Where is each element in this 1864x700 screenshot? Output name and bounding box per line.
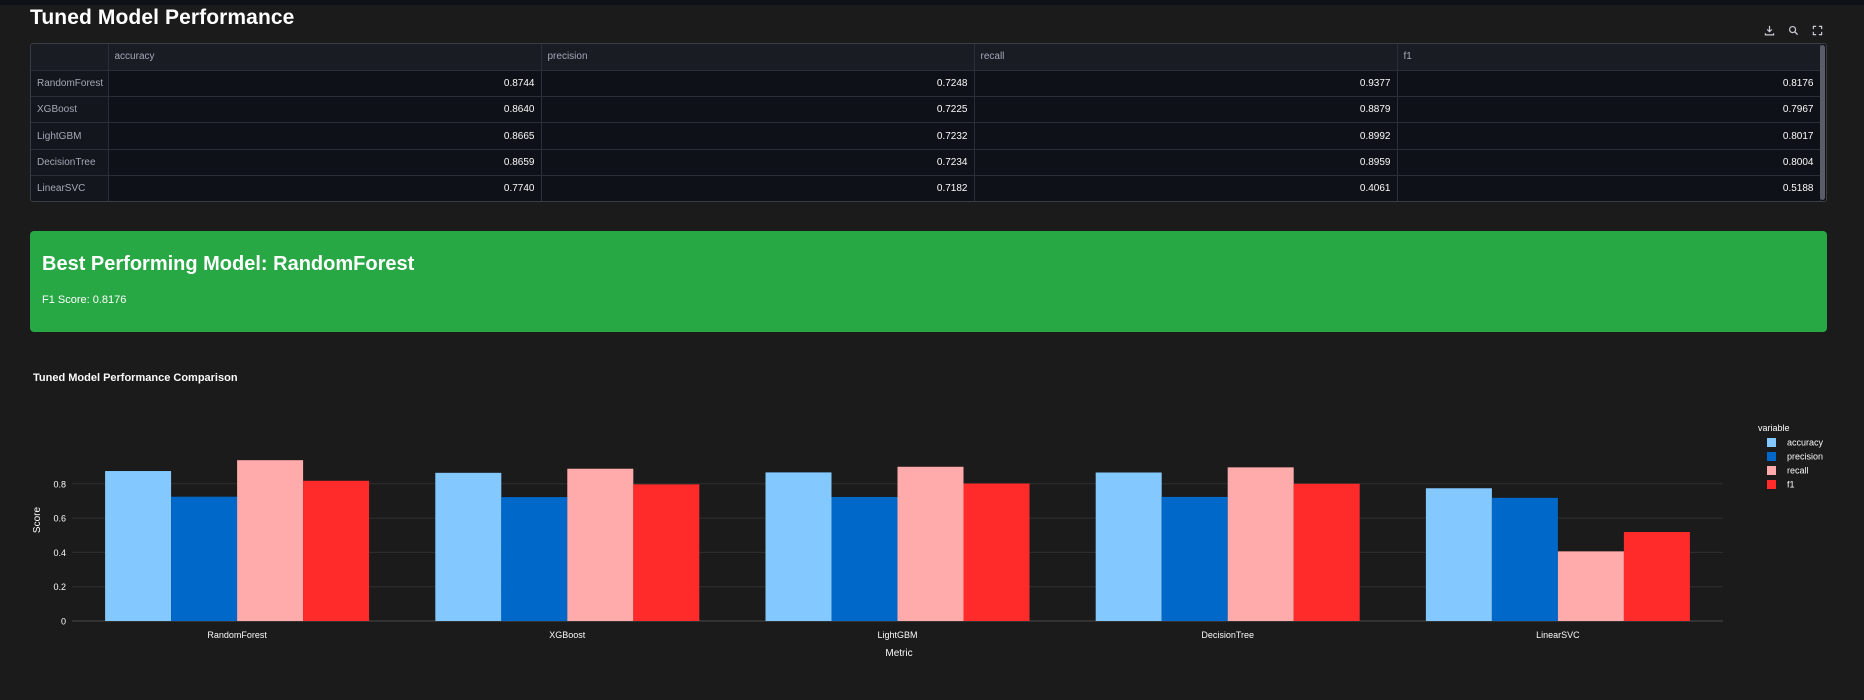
chart-title: Tuned Model Performance Comparison — [33, 372, 238, 384]
cell-recall[interactable]: 0.8992 — [974, 122, 1398, 150]
legend-swatch-precision[interactable] — [1767, 452, 1776, 461]
bar-f1[interactable] — [963, 483, 1030, 621]
row-label[interactable]: RandomForest — [31, 70, 109, 98]
row-label[interactable]: LinearSVC — [31, 175, 109, 201]
download-button[interactable] — [1762, 23, 1776, 37]
cell-precision[interactable]: 0.7248 — [541, 70, 975, 98]
cell-accuracy[interactable]: 0.8744 — [108, 70, 542, 98]
x-tick-label: XGBoost — [549, 630, 586, 640]
bar-accuracy[interactable] — [1095, 472, 1162, 621]
search-button[interactable] — [1786, 23, 1800, 37]
cell-accuracy[interactable]: 0.8665 — [108, 122, 542, 150]
app-top-bar — [0, 0, 1864, 5]
y-tick-label: 0 — [61, 617, 66, 627]
x-tick-label: LightGBM — [877, 630, 917, 640]
table-scrollbar[interactable] — [1820, 45, 1825, 200]
row-label[interactable]: DecisionTree — [31, 149, 109, 176]
legend-item-f1[interactable]: f1 — [1787, 480, 1795, 490]
performance-table[interactable]: accuracy precision recall f1 RandomFores… — [30, 43, 1827, 202]
cell-accuracy[interactable]: 0.8640 — [108, 96, 542, 124]
y-tick-label: 0.2 — [53, 582, 66, 592]
bar-accuracy[interactable] — [1425, 488, 1492, 621]
bar-accuracy[interactable] — [435, 472, 502, 621]
bar-precision[interactable] — [1491, 497, 1558, 621]
y-axis-label: Score — [32, 507, 43, 534]
x-tick-label: RandomForest — [207, 630, 267, 640]
bar-f1[interactable] — [633, 484, 700, 621]
column-header-precision[interactable]: precision — [541, 44, 975, 71]
dataframe-toolbar — [1762, 23, 1824, 37]
table-row: RandomForest 0.8744 0.7248 0.9377 0.8176 — [31, 70, 1821, 98]
cell-precision[interactable]: 0.7234 — [541, 149, 975, 176]
column-header-recall[interactable]: recall — [974, 44, 1398, 71]
legend-swatch-f1[interactable] — [1767, 480, 1776, 489]
row-label[interactable]: LightGBM — [31, 122, 109, 150]
row-label[interactable]: XGBoost — [31, 96, 109, 124]
bar-recall[interactable] — [1227, 467, 1294, 621]
best-model-banner: Best Performing Model: RandomForest F1 S… — [30, 231, 1827, 332]
cell-recall[interactable]: 0.8879 — [974, 96, 1398, 124]
cell-f1[interactable]: 0.8176 — [1397, 70, 1821, 98]
bar-f1[interactable] — [303, 480, 370, 621]
cell-recall[interactable]: 0.8959 — [974, 149, 1398, 176]
bar-f1[interactable] — [1623, 532, 1690, 621]
bar-recall[interactable] — [567, 468, 634, 621]
bar-recall[interactable] — [1557, 551, 1624, 621]
legend-item-accuracy[interactable]: accuracy — [1787, 438, 1824, 448]
legend-item-recall[interactable]: recall — [1787, 466, 1809, 476]
bar-precision[interactable] — [1161, 496, 1228, 621]
table-row: LightGBM 0.8665 0.7232 0.8992 0.8017 — [31, 122, 1821, 150]
index-header — [31, 44, 109, 71]
bar-accuracy[interactable] — [765, 472, 832, 621]
bar-accuracy[interactable] — [105, 471, 172, 621]
cell-precision[interactable]: 0.7232 — [541, 122, 975, 150]
fullscreen-icon — [1812, 25, 1822, 35]
column-header-f1[interactable]: f1 — [1397, 44, 1821, 71]
table-row: LinearSVC 0.7740 0.7182 0.4061 0.5188 — [31, 175, 1821, 201]
bar-recall[interactable] — [237, 460, 304, 621]
x-tick-label: DecisionTree — [1201, 630, 1254, 640]
column-header-accuracy[interactable]: accuracy — [108, 44, 542, 71]
bar-chart-svg[interactable]: Tuned Model Performance Comparison 0 0.2 0… — [0, 360, 1864, 700]
cell-f1[interactable]: 0.8017 — [1397, 122, 1821, 150]
bar-recall[interactable] — [897, 466, 964, 621]
y-tick-label: 0.4 — [53, 548, 66, 558]
legend-swatch-accuracy[interactable] — [1767, 438, 1776, 447]
y-tick-label: 0.8 — [53, 479, 66, 489]
search-icon — [1788, 25, 1798, 35]
legend-title: variable — [1758, 423, 1790, 433]
fullscreen-button[interactable] — [1810, 23, 1824, 37]
cell-f1[interactable]: 0.8004 — [1397, 149, 1821, 176]
bar-precision[interactable] — [171, 496, 238, 621]
best-model-title: Best Performing Model: RandomForest — [42, 253, 415, 275]
cell-f1[interactable]: 0.7967 — [1397, 96, 1821, 124]
best-model-score: F1 Score: 0.8176 — [42, 294, 127, 306]
bar-precision[interactable] — [501, 497, 568, 621]
bar-precision[interactable] — [831, 496, 898, 621]
bar-f1[interactable] — [1293, 483, 1360, 621]
legend-item-precision[interactable]: precision — [1787, 452, 1823, 462]
y-tick-label: 0.6 — [53, 514, 66, 524]
table-header-row: accuracy precision recall f1 — [31, 44, 1821, 71]
legend-swatch-recall[interactable] — [1767, 466, 1776, 475]
cell-precision[interactable]: 0.7225 — [541, 96, 975, 124]
cell-accuracy[interactable]: 0.8659 — [108, 149, 542, 176]
cell-precision[interactable]: 0.7182 — [541, 175, 975, 201]
x-axis-label: Metric — [885, 648, 912, 659]
page-title: Tuned Model Performance — [30, 6, 295, 29]
x-tick-label: LinearSVC — [1536, 630, 1580, 640]
cell-recall[interactable]: 0.9377 — [974, 70, 1398, 98]
cell-f1[interactable]: 0.5188 — [1397, 175, 1821, 201]
download-icon — [1764, 25, 1774, 35]
cell-recall[interactable]: 0.4061 — [974, 175, 1398, 201]
performance-chart[interactable]: Tuned Model Performance Comparison 0 0.2 0… — [0, 360, 1864, 700]
cell-accuracy[interactable]: 0.7740 — [108, 175, 542, 201]
table-row: XGBoost 0.8640 0.7225 0.8879 0.7967 — [31, 96, 1821, 124]
table-row: DecisionTree 0.8659 0.7234 0.8959 0.8004 — [31, 149, 1821, 176]
